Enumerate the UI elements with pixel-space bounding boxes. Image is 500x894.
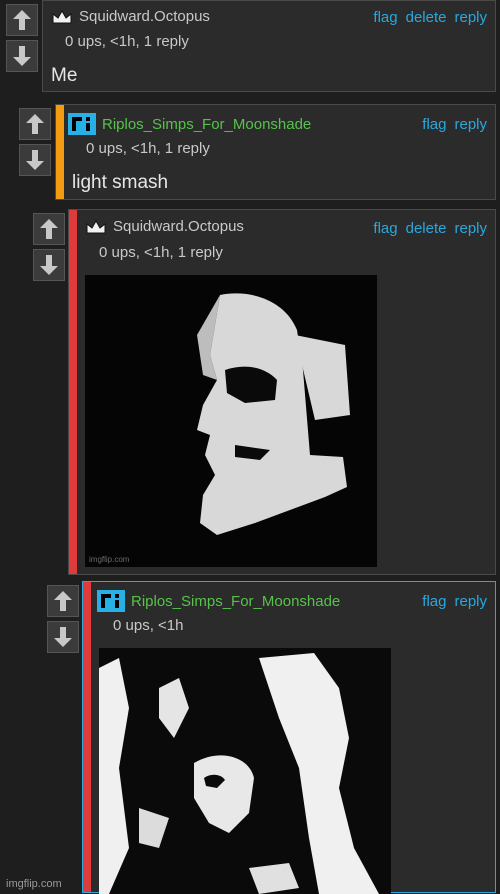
flag-link[interactable]: flag — [373, 220, 397, 237]
username-link[interactable]: Riplos_Simps_For_Moonshade — [102, 116, 311, 133]
thread-bar — [83, 582, 91, 892]
comment-stats: 0 ups, <1h, 1 reply — [65, 33, 189, 50]
crown-icon — [86, 219, 106, 233]
reply-link[interactable]: reply — [454, 593, 487, 610]
username-link[interactable]: Riplos_Simps_For_Moonshade — [131, 593, 340, 610]
delete-link[interactable]: delete — [406, 220, 447, 237]
down-arrow-icon — [54, 627, 72, 647]
comment-actions: flag delete reply — [365, 9, 487, 26]
high-contrast-face-image — [99, 653, 379, 894]
comment-header: Riplos_Simps_For_Moonshade — [68, 113, 311, 135]
pixel-avatar-icon — [68, 113, 96, 135]
username-link[interactable]: Squidward.Octopus — [79, 8, 210, 25]
comment-stats: 0 ups, <1h, 1 reply — [86, 140, 210, 157]
thread-bar — [69, 210, 77, 574]
comment-text: light smash — [72, 172, 169, 193]
comment: Riplos_Simps_For_Moonshade flag reply 0 u… — [82, 581, 496, 894]
comment-text: Me — [51, 65, 78, 86]
comment-actions: flag reply — [414, 116, 487, 133]
crown-icon — [52, 9, 72, 23]
flag-link[interactable]: flag — [422, 593, 446, 610]
flag-link[interactable]: flag — [373, 9, 397, 26]
comment: Squidward.Octopus flag delete reply 0 ups,… — [42, 0, 496, 92]
pixel-avatar-icon — [97, 590, 125, 612]
comment-header: Squidward.Octopus — [51, 8, 210, 25]
downvote-button[interactable] — [47, 621, 79, 653]
vote-column — [19, 108, 53, 176]
comment-actions: flag delete reply — [365, 220, 487, 237]
image-watermark: imgflip.com — [89, 555, 130, 564]
reply-link[interactable]: reply — [454, 220, 487, 237]
vote-column — [33, 213, 67, 281]
comment-actions: flag reply — [414, 593, 487, 610]
vote-column — [47, 585, 81, 653]
thread-bar — [56, 105, 64, 199]
delete-link[interactable]: delete — [406, 9, 447, 26]
upvote-button[interactable] — [19, 108, 51, 140]
down-arrow-icon — [13, 46, 31, 66]
up-arrow-icon — [26, 114, 44, 134]
comment-stats: 0 ups, <1h — [113, 617, 184, 634]
up-arrow-icon — [40, 219, 58, 239]
comment-header: Riplos_Simps_For_Moonshade — [97, 590, 340, 612]
flag-link[interactable]: flag — [422, 116, 446, 133]
comment-header: Squidward.Octopus — [85, 218, 244, 235]
downvote-button[interactable] — [33, 249, 65, 281]
reply-link[interactable]: reply — [454, 9, 487, 26]
reply-link[interactable]: reply — [454, 116, 487, 133]
upvote-button[interactable] — [33, 213, 65, 245]
vote-column — [6, 4, 40, 72]
comment: Riplos_Simps_For_Moonshade flag reply 0 u… — [55, 104, 496, 200]
comment-image[interactable] — [99, 648, 391, 894]
down-arrow-icon — [40, 255, 58, 275]
comment-image[interactable]: imgflip.com — [85, 275, 377, 567]
comment-stats: 0 ups, <1h, 1 reply — [99, 244, 223, 261]
down-arrow-icon — [26, 150, 44, 170]
downvote-button[interactable] — [6, 40, 38, 72]
up-arrow-icon — [13, 10, 31, 30]
upvote-button[interactable] — [6, 4, 38, 36]
username-link[interactable]: Squidward.Octopus — [113, 218, 244, 235]
up-arrow-icon — [54, 591, 72, 611]
downvote-button[interactable] — [19, 144, 51, 176]
upvote-button[interactable] — [47, 585, 79, 617]
comment: Squidward.Octopus flag delete reply 0 ups,… — [68, 209, 496, 575]
face-silhouette-image — [197, 293, 350, 535]
site-watermark: imgflip.com — [6, 878, 62, 890]
